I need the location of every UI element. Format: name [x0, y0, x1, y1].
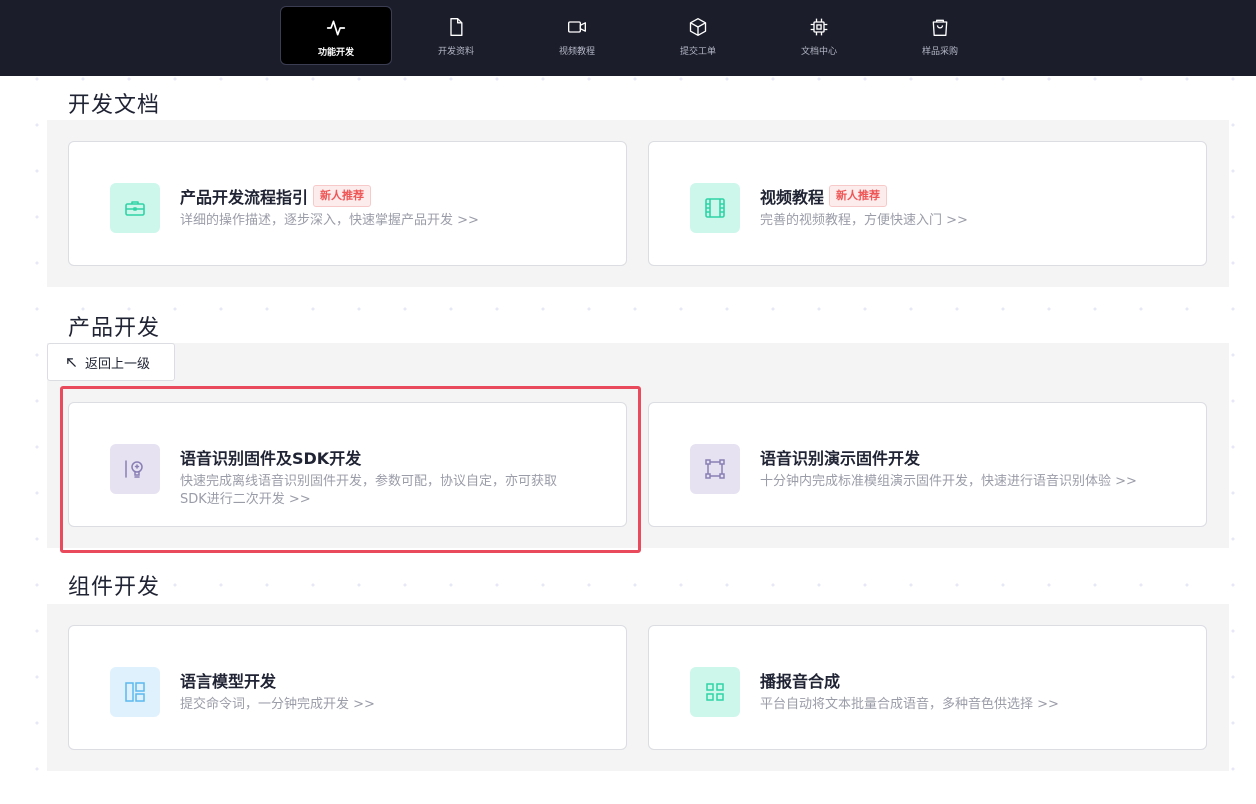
card-icon-wrap	[110, 444, 160, 494]
card-description: 快速完成离线语音识别固件开发，参数可配，协议自定，亦可获取SDK进行二次开发 >…	[180, 474, 558, 507]
file-icon	[450, 18, 463, 36]
card-asr-firmware-sdk[interactable]: 语音识别固件及SDK开发 快速完成离线语音识别固件开发，参数可配，协议自定，亦可…	[68, 402, 627, 527]
card-title: 语音识别固件及SDK开发	[180, 449, 362, 468]
nav-item-video-tutorials[interactable]: 视频教程	[521, 6, 633, 65]
card-tts-synthesis[interactable]: 播报音合成 平台自动将文本批量合成语音，多种音色供选择 >>	[648, 625, 1207, 750]
card-description: 十分钟内完成标准模组演示固件开发，快速进行语音识别体验 >>	[760, 474, 1137, 489]
nav-label: 样品采购	[921, 47, 958, 57]
card-icon-wrap	[690, 444, 740, 494]
shopping-bag-icon	[932, 19, 948, 36]
new-user-badge: 新人推荐	[829, 185, 888, 207]
back-button-label: 返回上一级	[85, 356, 151, 372]
section-title-product-dev: 产品开发	[68, 316, 161, 341]
top-nav: 功能开发 开发资料 视频教程 提交工单 文档中心 样品采购	[0, 0, 1256, 76]
card-icon-wrap	[690, 667, 740, 717]
card-description: 平台自动将文本批量合成语音，多种音色供选择 >>	[760, 697, 1059, 712]
layout-icon	[125, 682, 145, 702]
nav-label: 视频教程	[558, 47, 595, 57]
nav-item-sample-purchase[interactable]: 样品采购	[884, 6, 996, 65]
nav-label: 开发资料	[437, 47, 474, 57]
grid-icon	[706, 683, 724, 701]
card-title-row: 语音识别演示固件开发	[760, 445, 920, 469]
card-asr-demo-firmware[interactable]: 语音识别演示固件开发 十分钟内完成标准模组演示固件开发，快速进行语音识别体验 >…	[648, 402, 1207, 527]
section-title-dev-docs: 开发文档	[68, 93, 161, 118]
chip-icon	[810, 18, 828, 36]
activity-icon	[326, 20, 346, 36]
card-title-row: 视频教程 新人推荐	[760, 184, 888, 208]
card-language-model-dev[interactable]: 语言模型开发 提交命令词，一分钟完成开发 >>	[68, 625, 627, 750]
section-title-component-dev: 组件开发	[68, 575, 161, 600]
box-icon	[689, 18, 707, 36]
film-icon	[705, 198, 725, 218]
card-title-row: 播报音合成	[760, 668, 840, 692]
nav-item-doc-center[interactable]: 文档中心	[763, 6, 875, 65]
nav-item-feature-dev[interactable]: 功能开发	[280, 6, 392, 65]
card-title: 视频教程	[760, 188, 825, 207]
card-title: 语音识别演示固件开发	[760, 449, 921, 468]
video-icon	[568, 21, 586, 33]
new-user-badge: 新人推荐	[313, 185, 372, 207]
card-title: 产品开发流程指引	[180, 188, 309, 207]
card-title: 播报音合成	[760, 672, 841, 691]
nav-label: 文档中心	[800, 47, 837, 57]
card-icon-wrap	[690, 183, 740, 233]
frame-icon	[705, 459, 725, 479]
card-description: 完善的视频教程，方便快速入门 >>	[760, 213, 968, 228]
card-description: 详细的操作描述，逐步深入，快速掌握产品开发 >>	[180, 213, 479, 228]
card-icon-wrap	[110, 183, 160, 233]
toolbox-icon	[125, 201, 145, 216]
card-title-row: 语音识别固件及SDK开发	[180, 445, 361, 469]
card-icon-wrap	[110, 667, 160, 717]
nav-label: 提交工单	[679, 47, 716, 57]
back-button[interactable]: 返回上一级	[47, 343, 175, 381]
card-title-row: 语言模型开发	[180, 668, 276, 692]
arrow-up-left-icon	[67, 357, 76, 367]
card-description: 提交命令词，一分钟完成开发 >>	[180, 697, 375, 712]
nav-item-submit-ticket[interactable]: 提交工单	[642, 6, 754, 65]
card-product-dev-guide[interactable]: 产品开发流程指引 新人推荐 详细的操作描述，逐步深入，快速掌握产品开发 >>	[68, 141, 627, 266]
card-title-row: 产品开发流程指引 新人推荐	[180, 184, 372, 208]
nav-label: 功能开发	[317, 48, 354, 58]
card-title: 语言模型开发	[180, 672, 277, 691]
nav-item-dev-materials[interactable]: 开发资料	[400, 6, 512, 65]
card-video-tutorials[interactable]: 视频教程 新人推荐 完善的视频教程，方便快速入门 >>	[648, 141, 1207, 266]
lightbulb-icon	[125, 460, 143, 478]
